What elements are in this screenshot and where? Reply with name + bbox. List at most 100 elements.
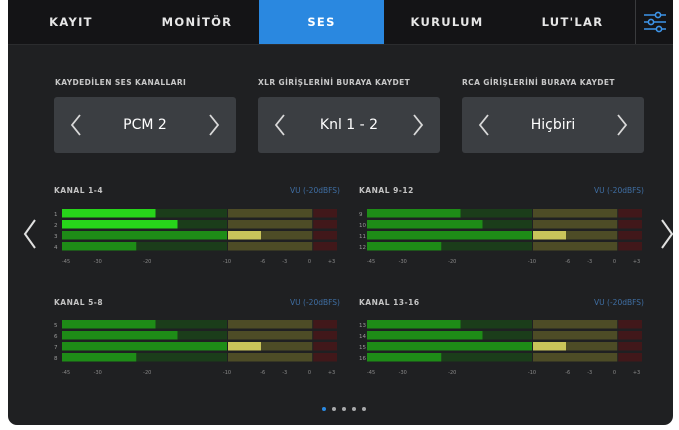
- audio-meter-kanal-9-12: 9 10 11 12 -45 -30 -20 -10 -6 -3 0 +3: [359, 207, 642, 265]
- previous-page-icon[interactable]: [20, 217, 40, 251]
- meter-level-bar: [62, 331, 178, 340]
- scale-tick-label: -6: [260, 259, 265, 265]
- page-dot[interactable]: [322, 407, 326, 411]
- channel-number-label: 9: [359, 212, 363, 218]
- meter-red-zone: [618, 242, 642, 251]
- channel-number-label: 3: [54, 234, 58, 240]
- meter-level-bar: [62, 220, 178, 229]
- recorded-channels-label: KAYDEDİLEN SES KANALLARI: [55, 78, 187, 87]
- meter-level-bar: [367, 209, 461, 218]
- meter-group-title: KANAL 1-4: [54, 186, 104, 195]
- scale-tick-label: +3: [328, 259, 335, 265]
- meter-yellow-zone: [228, 220, 313, 229]
- meter-group-vu: VU (-20dBFS): [290, 186, 340, 195]
- meter-red-zone: [313, 342, 337, 351]
- meter-yellow-zone: [533, 320, 618, 329]
- scale-tick-label: +3: [328, 370, 335, 376]
- meter-red-zone: [618, 209, 642, 218]
- meter-yellow-zone: [228, 331, 313, 340]
- scale-tick-label: -20: [448, 259, 456, 265]
- tab-luts[interactable]: LUT'LAR: [510, 0, 635, 44]
- scale-tick-label: -30: [94, 259, 102, 265]
- scale-tick-label: -20: [143, 259, 151, 265]
- scale-tick-label: -30: [399, 259, 407, 265]
- scale-tick-label: 0: [613, 259, 616, 265]
- recorded-channels-selector: PCM 2: [54, 97, 236, 153]
- meter-level-bar: [367, 353, 442, 362]
- meter-yellow-zone: [533, 242, 618, 251]
- scale-tick-label: -3: [587, 259, 592, 265]
- page-dot[interactable]: [352, 407, 356, 411]
- scale-tick-label: -45: [62, 370, 70, 376]
- audio-meter-kanal-5-8: 5 6 7 8 -45 -30 -20 -10 -6 -3 0 +3: [54, 318, 337, 376]
- tab-audio[interactable]: SES: [259, 0, 384, 44]
- meter-group-vu: VU (-20dBFS): [594, 298, 644, 307]
- channel-number-label: 12: [359, 245, 366, 251]
- meter-yellow-zone: [533, 353, 618, 362]
- scale-tick-label: -30: [94, 370, 102, 376]
- meter-red-zone: [313, 331, 337, 340]
- audio-meter-kanal-1-4: 1 2 3 4 -45 -30 -20 -10 -6 -3 0 +3: [54, 207, 337, 265]
- scale-tick-label: -3: [282, 370, 287, 376]
- meter-level-bar: [367, 331, 483, 340]
- scale-tick-label: -10: [528, 370, 536, 376]
- meter-group-title: KANAL 9-12: [359, 186, 414, 195]
- settings-sliders-button[interactable]: [635, 0, 673, 44]
- page-dot[interactable]: [332, 407, 336, 411]
- meter-red-zone: [313, 242, 337, 251]
- page-dot[interactable]: [342, 407, 346, 411]
- meter-yellow-zone: [533, 331, 618, 340]
- scale-tick-label: -10: [223, 259, 231, 265]
- meter-red-zone: [313, 220, 337, 229]
- channel-number-label: 10: [359, 223, 366, 229]
- chevron-left-icon[interactable]: [470, 110, 500, 140]
- xlr-inputs-label: XLR GİRİŞLERİNİ BURAYA KAYDET: [258, 78, 411, 87]
- scale-tick-label: -6: [565, 370, 570, 376]
- channel-number-label: 8: [54, 356, 58, 362]
- channel-number-label: 4: [54, 245, 58, 251]
- meter-yellow-zone: [533, 209, 618, 218]
- tab-monitor[interactable]: MONİTÖR: [134, 0, 260, 44]
- meter-level-bar: [62, 353, 137, 362]
- rca-inputs-label: RCA GİRİŞLERİNİ BURAYA KAYDET: [462, 78, 615, 87]
- meter-level-bar: [367, 242, 442, 251]
- meter-level-bar: [62, 342, 227, 351]
- scale-tick-label: -20: [143, 370, 151, 376]
- channel-number-label: 7: [54, 345, 58, 351]
- meter-peak-bar: [228, 231, 261, 240]
- meter-peak-bar: [533, 342, 566, 351]
- page-dot[interactable]: [362, 407, 366, 411]
- channel-number-label: 6: [54, 334, 58, 340]
- meter-red-zone: [313, 353, 337, 362]
- scale-tick-label: 0: [613, 370, 616, 376]
- chevron-right-icon[interactable]: [402, 110, 432, 140]
- chevron-right-icon[interactable]: [606, 110, 636, 140]
- meter-yellow-zone: [533, 220, 618, 229]
- tab-setup[interactable]: KURULUM: [384, 0, 510, 44]
- meter-yellow-zone: [228, 320, 313, 329]
- meter-yellow-zone: [228, 242, 313, 251]
- chevron-right-icon[interactable]: [198, 110, 228, 140]
- meter-group-title: KANAL 13-16: [359, 298, 420, 307]
- scale-tick-label: -45: [62, 259, 70, 265]
- meter-yellow-zone: [228, 353, 313, 362]
- channel-number-label: 11: [359, 234, 366, 240]
- scale-tick-label: -6: [565, 259, 570, 265]
- scale-tick-label: +3: [633, 259, 640, 265]
- scale-tick-label: -10: [223, 370, 231, 376]
- meter-group-vu: VU (-20dBFS): [594, 186, 644, 195]
- meter-red-zone: [618, 353, 642, 362]
- meter-red-zone: [618, 331, 642, 340]
- tab-record[interactable]: KAYIT: [8, 0, 134, 44]
- channel-number-label: 1: [54, 212, 58, 218]
- scale-tick-label: -45: [367, 370, 375, 376]
- chevron-left-icon[interactable]: [266, 110, 296, 140]
- meter-level-bar: [62, 209, 156, 218]
- chevron-left-icon[interactable]: [62, 110, 92, 140]
- xlr-inputs-selector: Knl 1 - 2: [258, 97, 440, 153]
- meter-level-bar: [62, 242, 137, 251]
- audio-meter-kanal-13-16: 13 14 15 16 -45 -30 -20 -10 -6 -3 0 +3: [359, 318, 642, 376]
- next-page-icon[interactable]: [657, 217, 673, 251]
- scale-tick-label: -30: [399, 370, 407, 376]
- scale-tick-label: 0: [308, 370, 311, 376]
